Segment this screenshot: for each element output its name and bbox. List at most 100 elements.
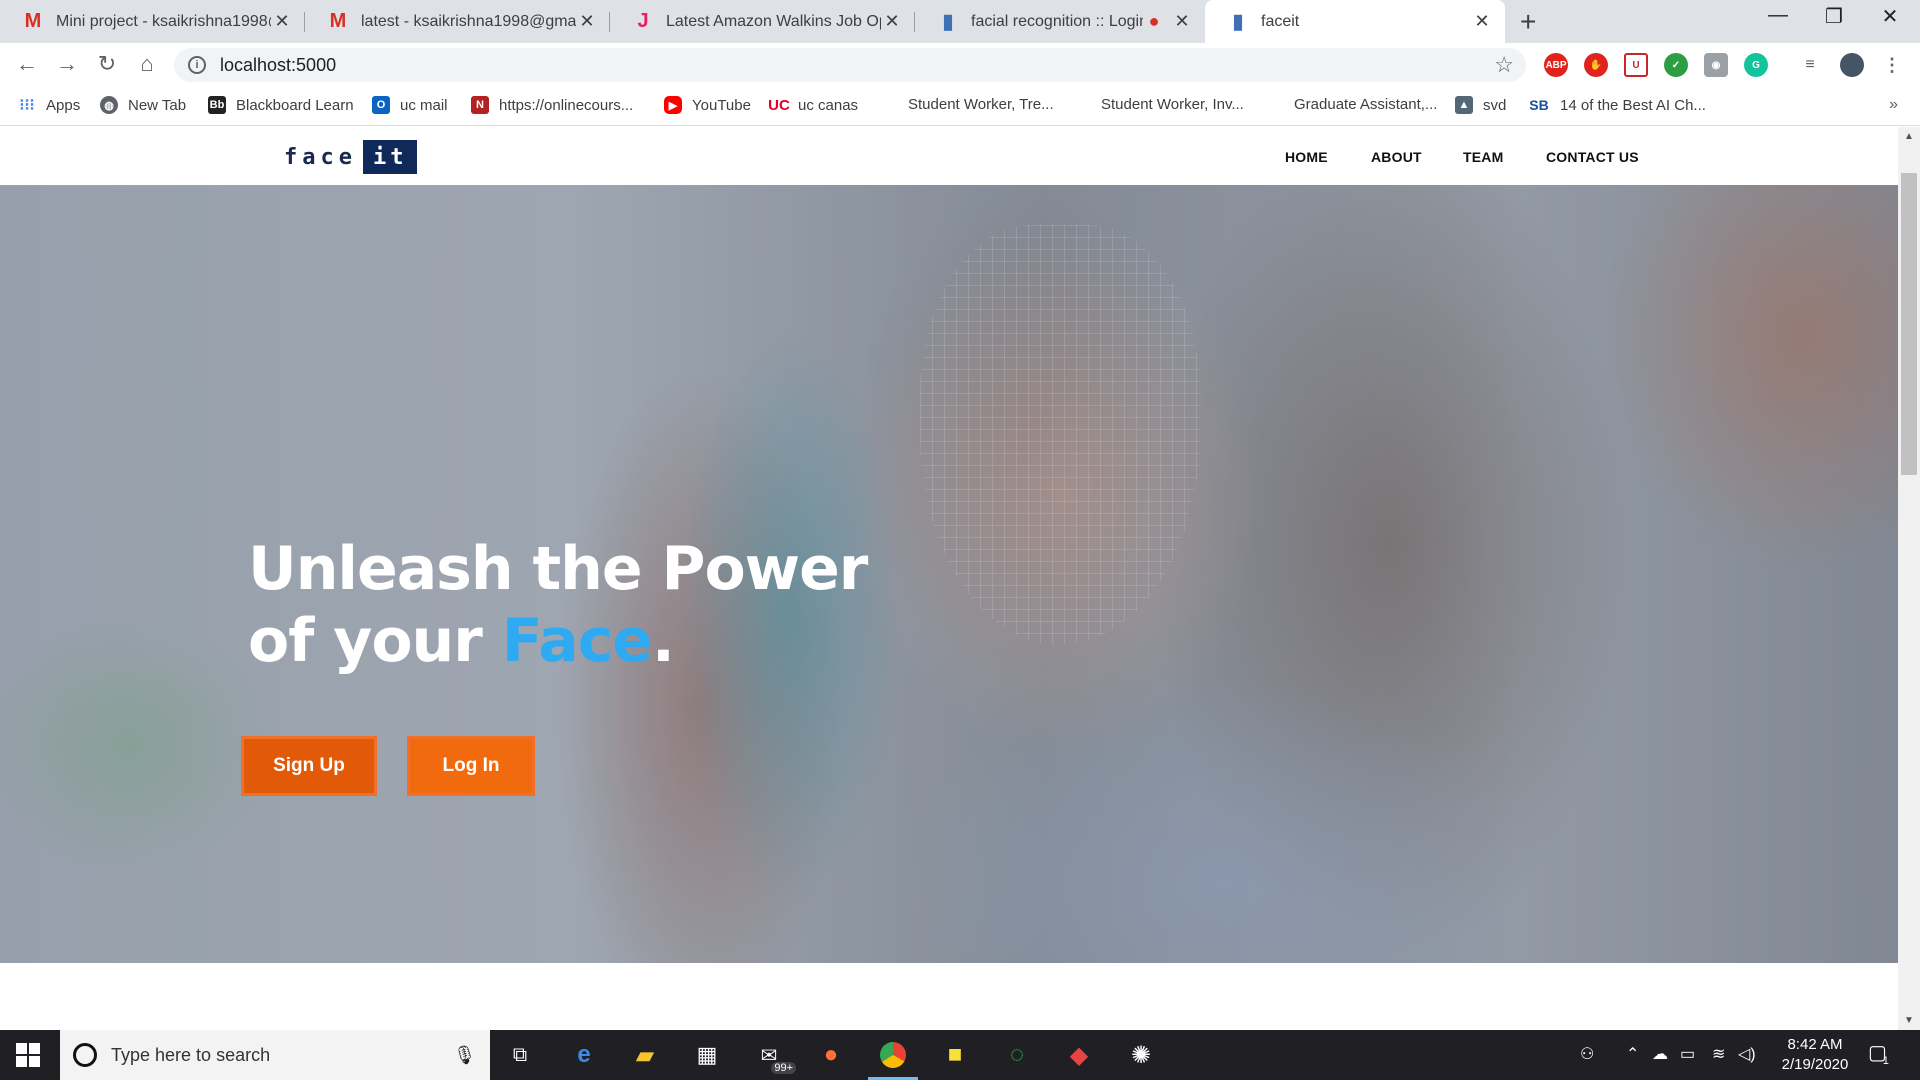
mail-badge: 99+ [771, 1062, 796, 1074]
notification-center-icon[interactable]: ▢ 1 [1868, 1040, 1889, 1067]
bookmark-best-ai[interactable]: SB 14 of the Best AI Ch... [1528, 96, 1706, 114]
back-arrow-icon[interactable]: ← [12, 51, 42, 77]
windows-start-icon[interactable] [16, 1043, 40, 1067]
tab-gmail-latest[interactable]: M latest - ksaikrishna1998@gmail.c ✕ [305, 0, 610, 43]
tab-title: latest - ksaikrishna1998@gmail.c [361, 12, 576, 30]
spider-app-icon[interactable]: ✺ [1124, 1038, 1158, 1072]
show-hidden-icons[interactable]: ⌃ [1626, 1044, 1639, 1064]
bookmark-blackboard[interactable]: Bb Blackboard Learn [208, 96, 354, 114]
nav-about[interactable]: ABOUT [1371, 149, 1422, 165]
bookmark-uc-canas[interactable]: UC uc canas [768, 96, 858, 114]
nav-contact-us[interactable]: CONTACT US [1546, 149, 1639, 165]
gmail-icon: M [24, 10, 42, 32]
login-button[interactable]: Log In [407, 736, 535, 796]
check-extension-icon[interactable]: ✓ [1664, 53, 1688, 77]
page-scrollbar[interactable]: ▲ ▼ [1898, 127, 1920, 1030]
site-info-icon[interactable]: i [188, 56, 206, 74]
sync-app-icon[interactable]: ◌ [1000, 1038, 1034, 1072]
bookmark-student-worker-tre[interactable]: Student Worker, Tre... [908, 96, 1054, 113]
sb-icon: SB [1529, 97, 1549, 113]
bookmark-label: 14 of the Best AI Ch... [1560, 96, 1706, 114]
clock-time: 8:42 AM [1787, 1036, 1843, 1053]
tab-title: faceit [1261, 12, 1300, 30]
apps-grid-icon: ⁝⁝⁝ [19, 97, 35, 114]
bookmark-onlinecourses[interactable]: N https://onlinecours... [471, 96, 633, 114]
chrome-icon[interactable] [868, 1038, 918, 1080]
home-icon[interactable]: ⌂ [132, 51, 162, 77]
bookmark-label: YouTube [692, 96, 751, 114]
page-icon: ▮ [1232, 11, 1244, 33]
task-view-icon[interactable]: ⧉ [503, 1038, 537, 1072]
microphone-icon[interactable]: 🎙 [453, 1045, 476, 1066]
tab-amazon-walkins[interactable]: J Latest Amazon Walkins Job Open ✕ [610, 0, 915, 43]
recording-icon: ● [1148, 11, 1160, 31]
browser-toolbar: ← → ↻ ⌂ i localhost:5000 ☆ ABP ✋ U ✓ ◉ G… [0, 43, 1920, 88]
logo-it-text: it [362, 140, 418, 174]
bookmark-youtube[interactable]: ▶ YouTube [664, 96, 751, 114]
close-window-icon[interactable]: ✕ [1862, 4, 1918, 29]
bookmark-uc-mail[interactable]: O uc mail [372, 96, 448, 114]
extension-hand-icon[interactable]: ✋ [1584, 53, 1608, 77]
scroll-down-arrow-icon[interactable]: ▼ [1898, 1015, 1920, 1026]
bookmark-star-icon[interactable]: ☆ [1494, 52, 1514, 78]
taskbar-search[interactable]: Type here to search 🎙 [60, 1030, 490, 1080]
tab-title: Mini project - ksaikrishna1998@g [56, 12, 271, 30]
forward-arrow-icon[interactable]: → [52, 51, 82, 77]
store-icon[interactable]: ▦ [690, 1038, 724, 1072]
bookmark-apps[interactable]: ⁝⁝⁝ Apps [18, 96, 80, 115]
close-tab-icon[interactable]: ✕ [881, 11, 903, 32]
reload-icon[interactable]: ↻ [92, 51, 122, 77]
wifi-icon[interactable]: ≋ [1712, 1044, 1725, 1064]
close-tab-icon[interactable]: ✕ [576, 11, 598, 32]
bookmark-label: Blackboard Learn [236, 96, 354, 114]
close-tab-icon[interactable]: ✕ [271, 11, 293, 32]
new-tab-button[interactable]: + [1520, 6, 1536, 38]
address-bar[interactable]: i localhost:5000 ☆ [174, 48, 1526, 82]
profile-avatar[interactable] [1840, 53, 1864, 77]
bookmark-label: svd [1483, 96, 1507, 114]
nav-team[interactable]: TEAM [1463, 149, 1503, 165]
youtube-icon: ▶ [664, 96, 682, 114]
people-icon[interactable]: ⚇ [1580, 1044, 1594, 1064]
minimize-icon[interactable]: — [1750, 4, 1806, 27]
adblock-icon[interactable]: ABP [1544, 53, 1568, 77]
blackboard-icon: Bb [208, 96, 226, 114]
sticky-notes-icon[interactable]: ■ [938, 1038, 972, 1072]
bookmarks-bar: ⁝⁝⁝ Apps ◍ New Tab Bb Blackboard Learn O… [0, 88, 1920, 126]
bookmark-student-worker-inv[interactable]: Student Worker, Inv... [1101, 96, 1244, 113]
notification-count: 1 [1882, 1055, 1889, 1067]
bookmark-graduate-assistant[interactable]: Graduate Assistant,... [1294, 96, 1437, 113]
page-content-below-hero [0, 963, 1898, 1030]
more-bookmarks-icon[interactable]: » [1889, 96, 1898, 114]
bookmark-svd[interactable]: ▲ svd [1455, 96, 1506, 114]
volume-icon[interactable]: ◁) [1738, 1044, 1756, 1064]
scroll-up-arrow-icon[interactable]: ▲ [1898, 131, 1920, 142]
file-explorer-icon[interactable]: ▰ [628, 1038, 662, 1072]
outlook-icon: O [372, 96, 390, 114]
tab-facial-recognition-login[interactable]: ▮ facial recognition :: Login ● ✕ [915, 0, 1205, 43]
paint-app-icon[interactable]: ◆ [1062, 1038, 1096, 1072]
system-clock[interactable]: 8:42 AM 2/19/2020 [1760, 1035, 1870, 1075]
faceit-logo[interactable]: face it [284, 140, 418, 174]
tab-faceit[interactable]: ▮ faceit ✕ [1205, 0, 1505, 43]
tab-gmail-mini-project[interactable]: M Mini project - ksaikrishna1998@g ✕ [0, 0, 305, 43]
signup-button[interactable]: Sign Up [241, 736, 377, 796]
firefox-icon[interactable]: ● [814, 1038, 848, 1072]
close-tab-icon[interactable]: ✕ [1171, 11, 1193, 32]
clock-date: 2/19/2020 [1781, 1056, 1849, 1073]
camera-icon[interactable]: ◉ [1704, 53, 1728, 77]
mail-icon[interactable]: ✉ 99+ [752, 1038, 796, 1074]
media-controls-icon[interactable]: ≡ [1798, 53, 1822, 77]
scrollbar-thumb[interactable] [1901, 173, 1917, 475]
nav-home[interactable]: HOME [1285, 149, 1328, 165]
onedrive-icon[interactable]: ☁ [1652, 1044, 1668, 1064]
url-text[interactable]: localhost:5000 [220, 55, 336, 76]
browser-menu-icon[interactable]: ⋮ [1880, 53, 1904, 77]
close-tab-icon[interactable]: ✕ [1471, 11, 1493, 32]
edge-icon[interactable]: e [567, 1038, 601, 1072]
grammarly-icon[interactable]: G [1744, 53, 1768, 77]
bookmark-new-tab[interactable]: ◍ New Tab [100, 96, 186, 114]
pocket-icon[interactable]: U [1624, 53, 1648, 77]
battery-icon[interactable]: ▭ [1680, 1044, 1695, 1064]
restore-icon[interactable]: ❐ [1806, 4, 1862, 29]
